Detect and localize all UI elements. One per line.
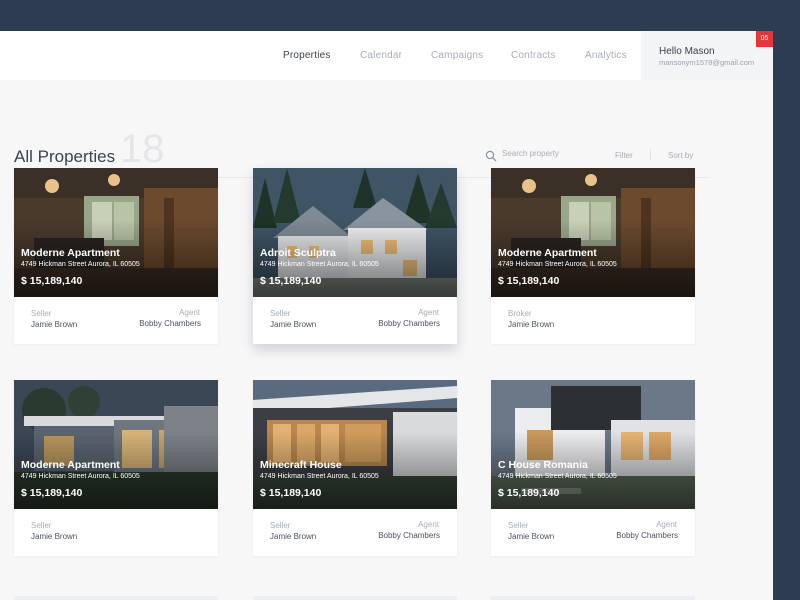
seller-label: Seller [31,521,52,530]
property-card-partial[interactable] [253,596,457,600]
agent-label: Agent [418,520,439,529]
property-name: C House Romania [498,459,588,471]
seller-name: Jamie Brown [508,532,555,541]
property-address: 4749 Hickman Street Aurora, IL 60505 [21,261,140,268]
user-email: mansonym1578@gmail.com [659,58,755,67]
search-input[interactable] [502,149,592,158]
property-card[interactable]: Adroit Sculptra 4749 Hickman Street Auro… [253,168,457,344]
property-card[interactable]: Moderne Apartment 4749 Hickman Street Au… [14,380,218,556]
seller-name: Jamie Brown [31,320,78,329]
property-address: 4749 Hickman Street Aurora, IL 60505 [498,261,617,268]
toolbar-divider [650,149,651,160]
property-card-partial[interactable] [491,596,695,600]
agent-name: Bobby Chambers [139,319,201,328]
notification-badge[interactable]: 05 [756,31,773,47]
property-address: 4749 Hickman Street Aurora, IL 60505 [260,261,379,268]
property-card[interactable]: Moderne Apartment 4749 Hickman Street Au… [14,168,218,344]
property-card[interactable]: Moderne Apartment 4749 Hickman Street Au… [491,168,695,344]
agent-name: Bobby Chambers [616,531,678,540]
nav-analytics[interactable]: Analytics [585,50,627,61]
agent-label: Agent [418,308,439,317]
seller-label: Seller [508,521,529,530]
agent-label: Agent [656,520,677,529]
nav-properties[interactable]: Properties [283,50,331,61]
property-price: $ 15,189,140 [260,275,322,287]
sort-button[interactable]: Sort by [668,151,693,160]
property-name: Minecraft House [260,459,342,471]
seller-name: Jamie Brown [270,320,317,329]
user-menu[interactable]: Hello Mason mansonym1578@gmail.com [641,31,773,80]
agent-name: Bobby Chambers [378,319,440,328]
nav-campaigns[interactable]: Campaigns [431,50,483,61]
property-name: Moderne Apartment [21,459,120,471]
top-navigation: Properties Calendar Campaigns Contracts … [0,31,773,80]
property-price: $ 15,189,140 [498,487,560,499]
property-card[interactable]: C House Romania 4749 Hickman Street Auro… [491,380,695,556]
property-name: Moderne Apartment [498,247,597,259]
seller-label: Seller [270,309,291,318]
property-price: $ 15,189,140 [498,275,560,287]
property-card-partial[interactable] [14,596,218,600]
property-card[interactable]: Minecraft House 4749 Hickman Street Auro… [253,380,457,556]
property-name: Moderne Apartment [21,247,120,259]
property-price: $ 15,189,140 [21,275,83,287]
app-window: Properties Calendar Campaigns Contracts … [0,31,773,600]
property-address: 4749 Hickman Street Aurora, IL 60505 [498,473,617,480]
nav-contracts[interactable]: Contracts [511,50,556,61]
broker-name: Jamie Brown [508,320,555,329]
property-address: 4749 Hickman Street Aurora, IL 60505 [260,473,379,480]
property-name: Adroit Sculptra [260,247,336,259]
user-greeting: Hello Mason [659,46,715,57]
agent-label: Agent [179,308,200,317]
seller-name: Jamie Brown [31,532,78,541]
nav-calendar[interactable]: Calendar [360,50,402,61]
property-price: $ 15,189,140 [260,487,322,499]
seller-label: Seller [31,309,52,318]
seller-name: Jamie Brown [270,532,317,541]
property-count: 18 [120,127,165,171]
seller-label: Seller [270,521,291,530]
broker-label: Broker [508,309,532,318]
search-icon[interactable] [485,150,497,162]
property-price: $ 15,189,140 [21,487,83,499]
agent-name: Bobby Chambers [378,531,440,540]
page-title: All Properties [14,147,116,166]
filter-button[interactable]: Filter [615,151,633,160]
property-address: 4749 Hickman Street Aurora, IL 60505 [21,473,140,480]
